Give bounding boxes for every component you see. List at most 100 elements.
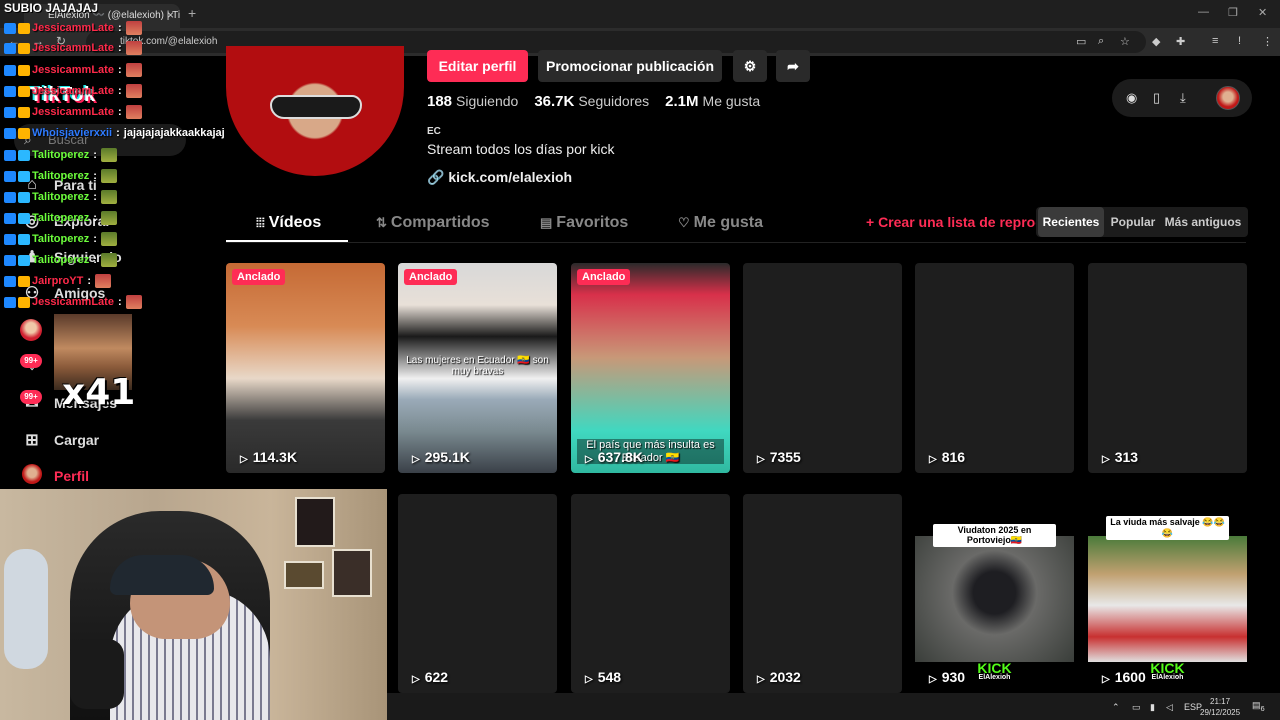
network-icon[interactable]: ▭ <box>1132 702 1141 713</box>
sort-recent-button[interactable]: Recientes <box>1038 207 1104 237</box>
account-avatar[interactable] <box>1216 86 1240 110</box>
chat-badge-icon <box>18 212 30 224</box>
sort-popular-button[interactable]: Popular <box>1106 207 1160 237</box>
repost-icon: ⇅ <box>376 215 387 230</box>
chat-badge-icon <box>18 296 30 308</box>
volume-icon[interactable]: ◁ <box>1166 702 1173 713</box>
maximize-icon[interactable]: ❐ <box>1228 6 1238 19</box>
chat-message: JessicammLate: <box>4 83 142 99</box>
profile-stats: 188 Siguiendo 36.7K Seguidores 2.1M Me gust… <box>427 93 768 110</box>
chat-badge-icon <box>18 233 30 245</box>
chat-badge-icon <box>18 275 30 287</box>
chat-message: JessicammLate: <box>4 40 142 56</box>
notifications-icon[interactable]: ▤6 <box>1252 700 1265 713</box>
tab-videos[interactable]: ⦙⦙⦙ Vídeos <box>256 214 321 232</box>
minimize-icon[interactable]: — <box>1198 6 1209 18</box>
chat-badge-icon <box>4 233 16 245</box>
chat-username: Talitoperez <box>32 254 90 266</box>
chat-emote-icon <box>100 211 117 225</box>
avatar-glasses <box>270 95 362 119</box>
following-avatar[interactable] <box>20 319 42 341</box>
create-playlist-button[interactable]: + Crear una lista de reproducción <box>866 214 1046 230</box>
view-count: ▷ 114.3K <box>240 449 297 465</box>
chat-message: Talitoperez: <box>4 231 117 247</box>
video-card[interactable]: Anclado Las mujeres en Ecuador 🇪🇨 son muy… <box>398 263 557 473</box>
promote-post-button[interactable]: Promocionar publicación <box>538 50 722 82</box>
sort-oldest-button[interactable]: Más antiguos <box>1162 207 1244 237</box>
sidebar-item-perfil[interactable]: Perfil <box>20 463 89 489</box>
tab-favorites[interactable]: ▤ Favoritos <box>540 214 628 232</box>
tab-shared-label: Compartidos <box>390 214 490 231</box>
play-icon: ▷ <box>757 674 765 685</box>
chat-badge-icon <box>4 42 16 54</box>
likes-count: 2.1M <box>665 93 699 110</box>
window-close-icon[interactable]: ✕ <box>1258 6 1267 19</box>
video-card[interactable]: ▷ 622 <box>398 494 557 693</box>
media-icon[interactable]: ≡ <box>1212 35 1218 47</box>
chat-separator: : <box>116 127 120 139</box>
tray-arrow-icon[interactable]: ⌃ <box>1112 702 1120 713</box>
profile-avatar-icon <box>20 463 44 489</box>
menu-dots-icon[interactable]: ⋮ <box>1262 35 1273 48</box>
chat-badge-icon <box>18 64 30 76</box>
bookmark-icon: ▤ <box>540 215 553 230</box>
tab-shared[interactable]: ⇅ Compartidos <box>376 214 490 232</box>
video-caption: Las mujeres en Ecuador 🇪🇨 son muy bravas <box>406 355 549 377</box>
download-icon[interactable]: ⤓ <box>1180 90 1186 106</box>
chat-emote-icon <box>95 274 112 288</box>
video-card[interactable]: Anclado ▷ 114.3K <box>226 263 385 473</box>
chat-separator: : <box>117 85 122 97</box>
battery-icon[interactable]: ▮ <box>1150 702 1155 713</box>
bookmark-star-icon[interactable]: ☆ <box>1120 35 1130 48</box>
chat-emote-icon <box>100 232 117 246</box>
coins-icon[interactable]: ◉ <box>1126 90 1137 106</box>
video-card[interactable]: ▷ 2032 <box>743 494 902 693</box>
likes-label: Me gusta <box>702 93 761 109</box>
video-card[interactable]: Viudaton 2025 en Portoviejo🇪🇨 KICK ElAlexi… <box>915 494 1074 693</box>
puzzle-icon[interactable]: ✚ <box>1176 35 1185 48</box>
emote-multiplier: x41 <box>62 372 136 413</box>
tab-liked[interactable]: ♡ Me gusta <box>678 214 763 232</box>
video-thumbnail <box>1088 536 1247 662</box>
chat-badge-icon <box>4 275 16 287</box>
extension-icon[interactable]: ◆ <box>1152 35 1160 48</box>
following-stat[interactable]: 188 Siguiendo <box>427 93 518 110</box>
video-card[interactable]: ▷ 313 <box>1088 263 1247 473</box>
view-count-value: 313 <box>1114 449 1139 465</box>
chat-separator: : <box>117 64 122 76</box>
phone-icon[interactable]: ▯ <box>1153 90 1160 106</box>
edit-profile-button[interactable]: Editar perfil <box>427 50 528 82</box>
chat-username: Whoisjavierxxii <box>32 127 113 139</box>
profile-icon[interactable]: ! <box>1238 35 1241 47</box>
heart-icon: ♡ <box>678 215 690 230</box>
chat-separator: : <box>93 233 97 245</box>
video-card[interactable]: ▷ 816 <box>915 263 1074 473</box>
chat-badge-icon <box>4 212 16 224</box>
share-icon[interactable]: ➦ <box>776 50 810 82</box>
video-card[interactable]: ▷ 548 <box>571 494 730 693</box>
zoom-icon[interactable]: ⌕ <box>1098 35 1104 48</box>
cast-icon[interactable]: ▭ <box>1076 35 1086 48</box>
play-icon: ▷ <box>412 454 420 465</box>
video-card[interactable]: Anclado El país que más insulta es Ecuado… <box>571 263 730 473</box>
webcam-overlay <box>0 489 387 720</box>
new-tab-button[interactable]: + <box>188 5 196 21</box>
chat-badge-icon <box>18 170 30 182</box>
view-count-value: 816 <box>941 449 966 465</box>
chat-emote-icon <box>125 105 142 119</box>
view-count-value: 548 <box>597 669 622 685</box>
chat-username: Talitoperez <box>32 212 90 224</box>
following-label: Siguiendo <box>456 93 519 109</box>
profile-link[interactable]: 🔗 kick.com/elalexioh <box>427 169 572 186</box>
chat-emote-icon <box>100 190 117 204</box>
tab-close-icon[interactable]: × <box>167 8 174 22</box>
settings-gear-icon[interactable]: ⚙ <box>733 50 767 82</box>
video-card[interactable]: La viuda más salvaje 😂😂😂 KICK ElAlexioh ▷ 16… <box>1088 494 1247 693</box>
system-clock[interactable]: 21:17 29/12/2025 <box>1200 696 1240 718</box>
sidebar-item-cargar[interactable]: ⊞ Cargar <box>20 427 99 453</box>
chat-username: JessicammLate <box>32 42 114 54</box>
video-card[interactable]: ▷ 7355 <box>743 263 902 473</box>
followers-stat[interactable]: 36.7K Seguidores <box>534 93 649 110</box>
chat-emote-icon <box>125 295 142 309</box>
pinned-badge: Anclado <box>232 269 286 285</box>
